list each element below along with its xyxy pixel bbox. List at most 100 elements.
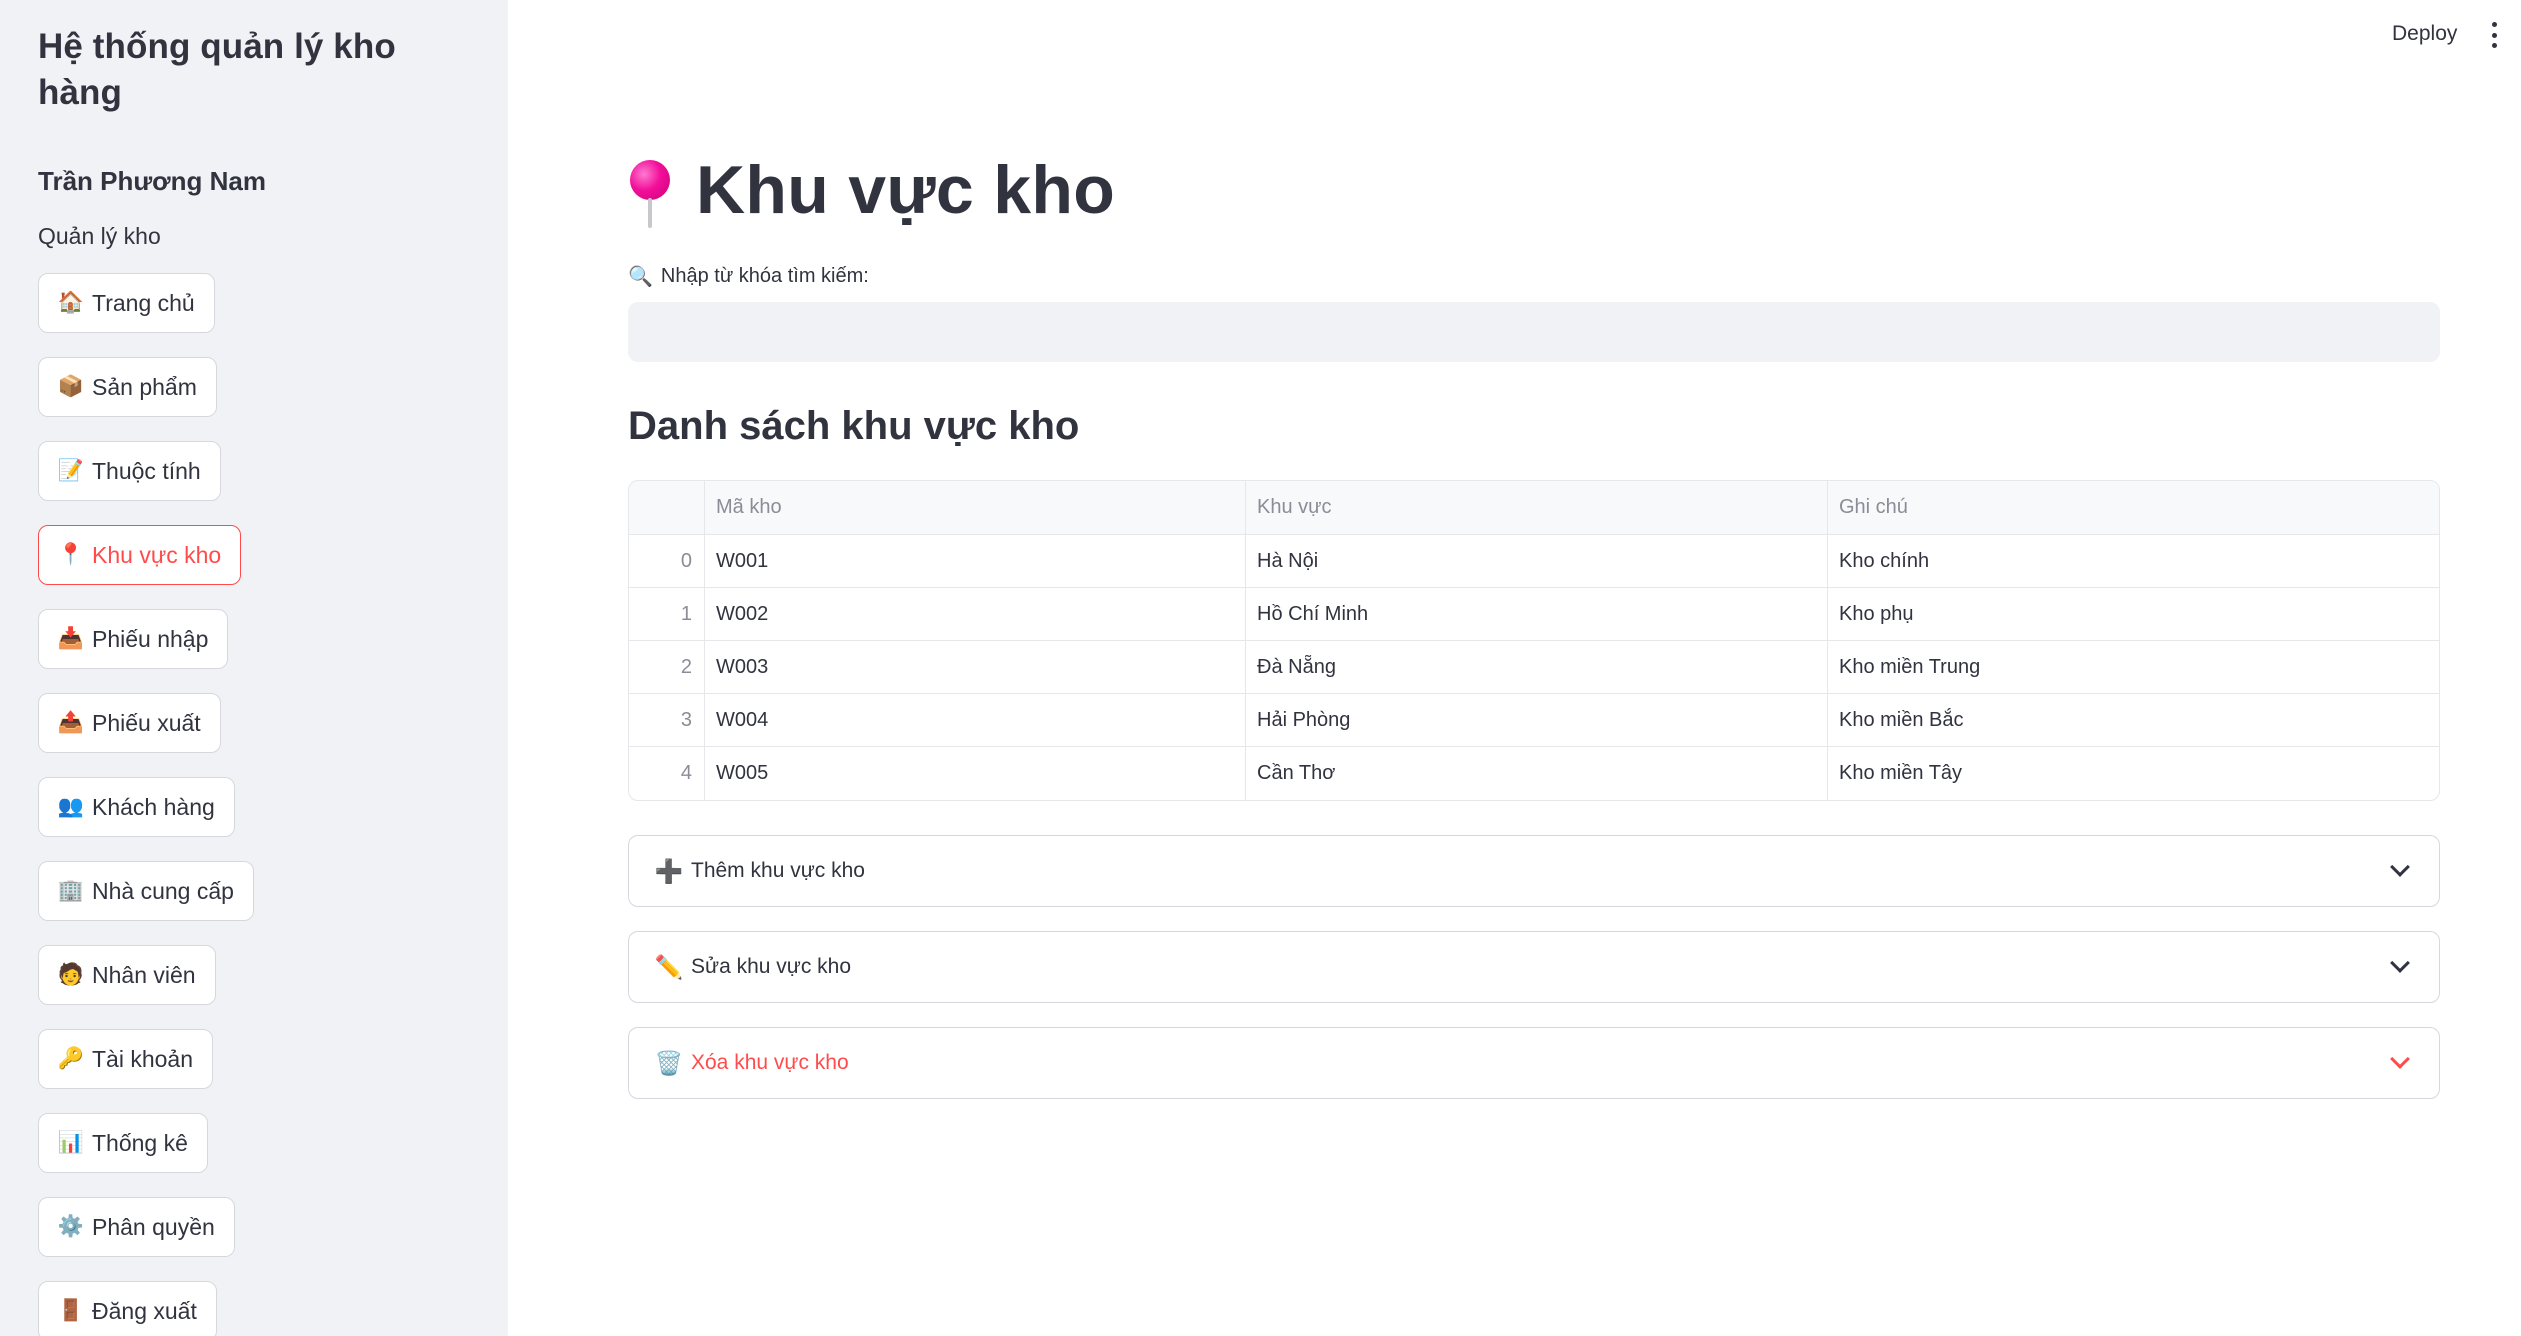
table-cell[interactable]: Kho miền Trung bbox=[1828, 641, 2439, 693]
app-title: Hệ thống quản lý kho hàng bbox=[38, 27, 396, 112]
column-header-ghi-chu[interactable]: Ghi chú bbox=[1828, 481, 2439, 534]
wastebasket-icon: 🗑️ bbox=[654, 1049, 684, 1076]
sidebar-item-label: Nhân viên bbox=[92, 961, 196, 988]
kebab-dot bbox=[2491, 22, 2497, 27]
sidebar-item-trang-chu[interactable]: 🏠 Trang chủ bbox=[38, 273, 215, 333]
sidebar-item-label: Đăng xuất bbox=[92, 1297, 197, 1324]
sidebar-item-label: Phân quyền bbox=[92, 1213, 215, 1240]
sidebar-item-label: Nhà cung cấp bbox=[92, 877, 234, 904]
row-index: 4 bbox=[629, 747, 705, 800]
sidebar-nav: 🏠 Trang chủ 📦 Sản phẩm 📝 Thuộc tính 📍 Kh… bbox=[38, 273, 470, 1336]
expander-label: Sửa khu vực kho bbox=[691, 955, 852, 978]
search-label: 🔍 Nhập từ khóa tìm kiếm: bbox=[628, 264, 869, 289]
row-index: 2 bbox=[629, 641, 705, 693]
sidebar-item-label: Sản phẩm bbox=[92, 373, 197, 400]
sidebar-item-label: Trang chủ bbox=[92, 289, 195, 316]
user-name: Trần Phương Nam bbox=[38, 166, 267, 196]
row-index: 0 bbox=[629, 535, 705, 587]
sidebar-item-san-pham[interactable]: 📦 Sản phẩm bbox=[38, 357, 217, 417]
inbox-tray-icon: 📥 bbox=[57, 627, 85, 650]
delete-warehouse-expander[interactable]: 🗑️ Xóa khu vực kho bbox=[628, 1027, 2440, 1099]
memo-icon: 📝 bbox=[57, 459, 85, 482]
kebab-dot bbox=[2491, 32, 2497, 38]
table-cell[interactable]: W003 bbox=[705, 641, 1246, 693]
table-cell[interactable]: Kho phụ bbox=[1828, 588, 2439, 640]
deploy-button[interactable]: Deploy bbox=[2392, 22, 2457, 46]
sidebar-section-label: Quản lý kho bbox=[38, 223, 161, 249]
sidebar-item-dang-xuat[interactable]: 🚪 Đăng xuất bbox=[38, 1281, 217, 1336]
search-input[interactable] bbox=[628, 302, 2440, 362]
table-cell[interactable]: Đà Nẵng bbox=[1246, 641, 1828, 693]
pin-head bbox=[630, 160, 670, 200]
table-row: 3 W004 Hải Phòng Kho miền Bắc bbox=[629, 694, 2439, 747]
package-icon: 📦 bbox=[57, 375, 85, 398]
table-header-row: Mã kho Khu vực Ghi chú bbox=[629, 481, 2439, 535]
sidebar: Hệ thống quản lý kho hàng Trần Phương Na… bbox=[0, 0, 508, 1336]
table-row: 1 W002 Hồ Chí Minh Kho phụ bbox=[629, 588, 2439, 641]
table-cell[interactable]: W001 bbox=[705, 535, 1246, 587]
table-cell[interactable]: W002 bbox=[705, 588, 1246, 640]
table-cell[interactable]: W004 bbox=[705, 694, 1246, 746]
sidebar-item-nhan-vien[interactable]: 🧑 Nhân viên bbox=[38, 945, 216, 1005]
sidebar-item-khu-vuc-kho[interactable]: 📍 Khu vực kho bbox=[38, 525, 242, 585]
table-cell[interactable]: Kho miền Bắc bbox=[1828, 694, 2439, 746]
magnifier-icon: 🔍 bbox=[628, 266, 653, 288]
warehouse-table[interactable]: Mã kho Khu vực Ghi chú 0 W001 Hà Nội Kho… bbox=[628, 480, 2440, 801]
add-warehouse-expander[interactable]: ➕ Thêm khu vực kho bbox=[628, 835, 2440, 907]
sidebar-item-label: Tài khoản bbox=[92, 1045, 194, 1072]
sidebar-item-phan-quyen[interactable]: ⚙️ Phân quyền bbox=[38, 1197, 235, 1257]
house-icon: 🏠 bbox=[57, 291, 85, 314]
table-row: 4 W005 Cần Thơ Kho miền Tây bbox=[629, 747, 2439, 800]
edit-warehouse-expander[interactable]: ✏️ Sửa khu vực kho bbox=[628, 931, 2440, 1003]
sidebar-item-thong-ke[interactable]: 📊 Thống kê bbox=[38, 1113, 208, 1173]
section-title: Danh sách khu vực kho bbox=[628, 404, 1080, 448]
outbox-tray-icon: 📤 bbox=[57, 711, 85, 734]
bar-chart-icon: 📊 bbox=[57, 1131, 85, 1154]
sidebar-item-label: Thuộc tính bbox=[92, 457, 201, 484]
pencil-icon: ✏️ bbox=[654, 953, 684, 980]
chevron-down-icon bbox=[2390, 953, 2410, 973]
person-icon: 🧑 bbox=[57, 963, 85, 986]
page-title-text: Khu vực kho bbox=[696, 152, 1116, 228]
sidebar-item-label: Thống kê bbox=[92, 1129, 188, 1156]
index-header bbox=[629, 481, 705, 534]
table-cell[interactable]: Hải Phòng bbox=[1246, 694, 1828, 746]
round-pushpin-icon bbox=[628, 150, 672, 230]
table-cell[interactable]: Kho miền Tây bbox=[1828, 747, 2439, 800]
sidebar-item-phieu-xuat[interactable]: 📤 Phiếu xuất bbox=[38, 693, 221, 753]
gear-icon: ⚙️ bbox=[57, 1215, 85, 1238]
page-title: Khu vực kho bbox=[628, 150, 1115, 230]
main-menu-kebab-icon[interactable] bbox=[2488, 22, 2500, 48]
plus-icon: ➕ bbox=[654, 857, 684, 884]
table-cell[interactable]: Cần Thơ bbox=[1246, 747, 1828, 800]
sidebar-item-label: Khu vực kho bbox=[92, 541, 222, 568]
table-cell[interactable]: Hồ Chí Minh bbox=[1246, 588, 1828, 640]
expander-label: Thêm khu vực kho bbox=[691, 859, 865, 882]
row-index: 1 bbox=[629, 588, 705, 640]
sidebar-item-label: Phiếu xuất bbox=[92, 709, 201, 736]
table-row: 2 W003 Đà Nẵng Kho miền Trung bbox=[629, 641, 2439, 694]
pushpin-icon: 📍 bbox=[57, 543, 85, 566]
row-index: 3 bbox=[629, 694, 705, 746]
sidebar-item-khach-hang[interactable]: 👥 Khách hàng bbox=[38, 777, 235, 837]
table-cell[interactable]: Hà Nội bbox=[1246, 535, 1828, 587]
sidebar-item-phieu-nhap[interactable]: 📥 Phiếu nhập bbox=[38, 609, 229, 669]
door-icon: 🚪 bbox=[57, 1299, 85, 1322]
kebab-dot bbox=[2491, 43, 2497, 48]
chevron-down-icon bbox=[2390, 857, 2410, 877]
pin-needle bbox=[648, 198, 652, 228]
column-header-khu-vuc[interactable]: Khu vực bbox=[1246, 481, 1828, 534]
table-row: 0 W001 Hà Nội Kho chính bbox=[629, 535, 2439, 588]
sidebar-item-nha-cung-cap[interactable]: 🏢 Nhà cung cấp bbox=[38, 861, 254, 921]
sidebar-item-thuoc-tinh[interactable]: 📝 Thuộc tính bbox=[38, 441, 221, 501]
column-header-ma-kho[interactable]: Mã kho bbox=[705, 481, 1246, 534]
people-icon: 👥 bbox=[57, 795, 85, 818]
sidebar-item-tai-khoan[interactable]: 🔑 Tài khoản bbox=[38, 1029, 214, 1089]
office-building-icon: 🏢 bbox=[57, 879, 85, 902]
chevron-down-icon bbox=[2390, 1049, 2410, 1069]
search-label-text: Nhập từ khóa tìm kiếm: bbox=[660, 265, 869, 287]
expander-label: Xóa khu vực kho bbox=[691, 1051, 849, 1074]
sidebar-item-label: Khách hàng bbox=[92, 793, 215, 820]
table-cell[interactable]: Kho chính bbox=[1828, 535, 2439, 587]
table-cell[interactable]: W005 bbox=[705, 747, 1246, 800]
